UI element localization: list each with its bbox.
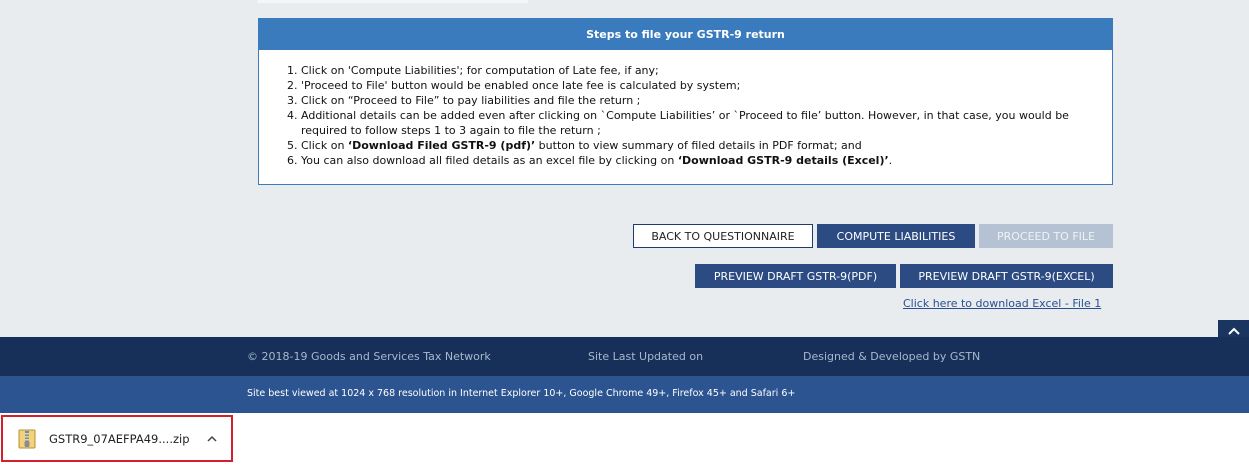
download-excel-link[interactable]: Click here to download Excel - File 1: [903, 297, 1101, 310]
steps-panel: Steps to file your GSTR-9 return Click o…: [258, 18, 1113, 185]
footer-top: © 2018-19 Goods and Services Tax Network…: [0, 337, 1249, 376]
preview-draft-pdf-button[interactable]: PREVIEW DRAFT GSTR-9(PDF): [695, 264, 896, 288]
step-item: Click on 'Compute Liabilities'; for comp…: [301, 63, 1092, 78]
back-to-questionnaire-button[interactable]: BACK TO QUESTIONNAIRE: [633, 224, 813, 248]
compute-liabilities-button[interactable]: COMPUTE LIABILITIES: [817, 224, 975, 248]
step-item: Click on “Proceed to File” to pay liabil…: [301, 93, 1092, 108]
preview-draft-excel-button[interactable]: PREVIEW DRAFT GSTR-9(EXCEL): [900, 264, 1113, 288]
download-file-name: GSTR9_07AEFPA49....zip: [49, 431, 190, 446]
footer-best-viewed: Site best viewed at 1024 x 768 resolutio…: [247, 388, 796, 399]
download-item[interactable]: GSTR9_07AEFPA49....zip: [1, 415, 233, 462]
footer-copyright: © 2018-19 Goods and Services Tax Network: [247, 350, 491, 363]
footer-developed: Designed & Developed by GSTN: [803, 350, 981, 363]
footer-updated: Site Last Updated on: [588, 350, 704, 363]
step-item: 'Proceed to File' button would be enable…: [301, 78, 1092, 93]
download-bar: GSTR9_07AEFPA49....zip: [0, 413, 1249, 466]
zip-file-icon: [18, 429, 36, 448]
chevron-up-icon: [1227, 327, 1240, 335]
step-item: Click on ‘Download Filed GSTR-9 (pdf)’ b…: [301, 138, 1092, 153]
step-item: You can also download all filed details …: [301, 153, 1092, 168]
steps-list: Click on 'Compute Liabilities'; for comp…: [259, 50, 1112, 168]
footer-bottom: Site best viewed at 1024 x 768 resolutio…: [0, 376, 1249, 413]
step-item: Additional details can be added even aft…: [301, 108, 1092, 138]
top-strip: [258, 0, 528, 3]
steps-header: Steps to file your GSTR-9 return: [259, 19, 1112, 50]
chevron-up-icon[interactable]: [206, 433, 218, 445]
proceed-to-file-button[interactable]: PROCEED TO FILE: [979, 224, 1113, 248]
